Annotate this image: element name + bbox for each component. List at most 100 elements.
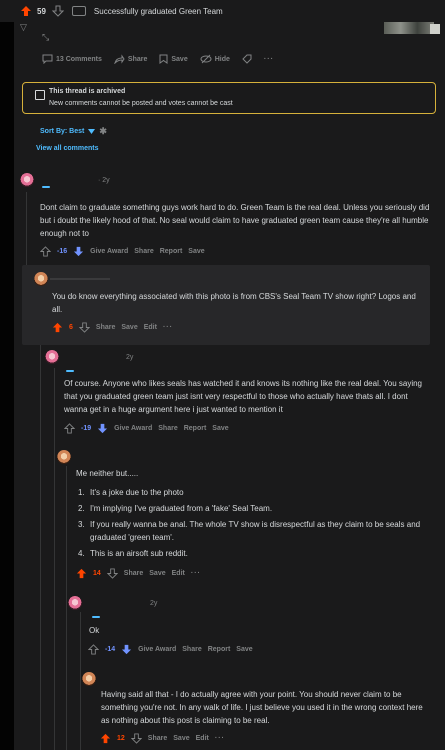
list-number: 3. — [78, 520, 85, 529]
list-text: This is an airsoft sub reddit. — [90, 549, 188, 558]
comment-score: -16 — [57, 248, 68, 255]
upvote-icon[interactable] — [76, 568, 87, 579]
sort-settings-icon[interactable]: ✱ — [99, 126, 107, 137]
comment-list: 1. It's a joke due to the photo 2. I'm imp… — [78, 486, 430, 563]
edit-button[interactable]: Edit — [144, 324, 157, 331]
upvote-icon[interactable] — [20, 5, 32, 17]
more-options-icon[interactable]: ··· — [163, 324, 173, 331]
share-button[interactable]: Share — [158, 425, 177, 432]
sort-dropdown[interactable]: Sort By: Best ✱ — [40, 126, 107, 137]
post-title[interactable]: Successfully graduated Green Team — [94, 7, 223, 16]
more-options-icon[interactable]: ··· — [215, 735, 225, 742]
collapse-chevron-icon[interactable]: ▽ — [20, 22, 27, 33]
username[interactable] — [42, 186, 50, 188]
comment-text: You do know everything associated with t… — [52, 292, 416, 314]
save-button[interactable]: Save — [173, 735, 189, 742]
downvote-icon[interactable] — [78, 322, 90, 333]
avatar[interactable] — [20, 173, 34, 187]
username[interactable] — [66, 370, 74, 372]
thread-line[interactable] — [26, 192, 27, 272]
comment-score: -14 — [105, 646, 116, 653]
save-button[interactable]: Save — [121, 324, 137, 331]
upvote-icon[interactable] — [40, 246, 51, 257]
list-item: 3. If you really wanna be anal. The whole… — [78, 518, 430, 544]
upvote-icon[interactable] — [52, 322, 63, 333]
comment-actions: 6 Share Save Edit ··· — [52, 322, 173, 333]
comment-actions: 12 Share Save Edit ··· — [100, 733, 225, 744]
comment-body: Ok — [89, 624, 289, 637]
comments-button[interactable]: 13 Comments — [42, 54, 102, 64]
save-button[interactable]: Save — [188, 248, 204, 255]
downvote-icon[interactable] — [97, 423, 108, 434]
save-button[interactable]: Save — [159, 54, 188, 64]
downvote-icon[interactable] — [106, 568, 118, 579]
view-all-comments-link[interactable]: View all comments — [36, 145, 99, 152]
list-text: It's a joke due to the photo — [90, 488, 184, 497]
give-award-button[interactable]: Give Award — [90, 248, 128, 255]
thread-line[interactable] — [40, 292, 41, 750]
share-button[interactable]: Share — [148, 735, 167, 742]
upvote-icon[interactable] — [64, 423, 75, 434]
give-award-button[interactable]: Give Award — [114, 425, 152, 432]
sort-label: Sort By: Best — [40, 128, 85, 135]
share-icon — [114, 54, 125, 64]
comment-score: -19 — [81, 425, 92, 432]
more-options-icon[interactable]: ··· — [264, 56, 274, 63]
avatar[interactable] — [68, 596, 82, 610]
avatar[interactable] — [45, 350, 59, 364]
comment-body: Dont claim to graduate something guys wo… — [40, 201, 432, 240]
hide-button[interactable]: Hide — [200, 54, 230, 64]
thread-line[interactable] — [54, 368, 55, 750]
avatar[interactable] — [82, 672, 96, 686]
post-type-icon — [71, 6, 86, 16]
comment-text: Having said all that - I do actually agr… — [101, 690, 423, 725]
list-item: 4. This is an airsoft sub reddit. — [78, 547, 430, 560]
comment-actions: -14 Give Award Share Report Save — [88, 644, 253, 655]
report-button[interactable]: Report — [208, 646, 231, 653]
downvote-icon[interactable] — [130, 733, 142, 744]
post-score: 59 — [37, 6, 46, 16]
share-button[interactable]: Share — [134, 248, 153, 255]
report-button[interactable]: Report — [184, 425, 207, 432]
archived-notice: This thread is archived New comments can… — [22, 82, 436, 114]
edit-button[interactable]: Edit — [196, 735, 209, 742]
give-award-button[interactable]: Give Award — [138, 646, 176, 653]
upvote-icon[interactable] — [88, 644, 99, 655]
tag-button[interactable] — [242, 54, 252, 64]
comment-text: Dont claim to graduate something guys wo… — [40, 203, 430, 238]
thread-line[interactable] — [80, 612, 81, 750]
archived-message: New comments cannot be posted and votes … — [49, 100, 233, 107]
comment-body: Having said all that - I do actually agr… — [101, 688, 431, 727]
comment-time: · 2y — [98, 177, 110, 184]
save-button[interactable]: Save — [236, 646, 252, 653]
comment-actions: 14 Share Save Edit ··· — [76, 568, 201, 579]
downvote-icon[interactable] — [73, 246, 84, 257]
edit-button[interactable]: Edit — [172, 570, 185, 577]
upvote-icon[interactable] — [100, 733, 111, 744]
post-actions: 13 Comments Share Save Hide ··· — [42, 54, 274, 64]
share-button[interactable]: Share — [124, 570, 143, 577]
thread-line[interactable] — [66, 466, 67, 750]
comment-icon — [42, 54, 53, 64]
share-button[interactable]: Share — [182, 646, 201, 653]
report-button[interactable]: Report — [160, 248, 183, 255]
avatar[interactable] — [34, 272, 48, 286]
username[interactable] — [50, 278, 110, 280]
share-button[interactable]: Share — [96, 324, 115, 331]
downvote-icon[interactable] — [121, 644, 132, 655]
post-header-bar: 59 Successfully graduated Green Team — [0, 0, 445, 22]
save-button[interactable]: Save — [149, 570, 165, 577]
post-thumbnail-edge — [430, 24, 440, 34]
post-thumbnail[interactable] — [384, 22, 434, 34]
share-button[interactable]: Share — [114, 54, 147, 64]
username[interactable] — [92, 616, 100, 618]
expand-icon[interactable]: ⤡ — [42, 32, 49, 43]
more-options-icon[interactable]: ··· — [191, 570, 201, 577]
avatar[interactable] — [57, 450, 71, 464]
list-number: 4. — [78, 549, 85, 558]
comment-score: 14 — [93, 570, 101, 577]
downvote-icon[interactable] — [51, 5, 64, 17]
list-number: 1. — [78, 488, 85, 497]
save-button[interactable]: Save — [212, 425, 228, 432]
bookmark-icon — [159, 54, 168, 64]
